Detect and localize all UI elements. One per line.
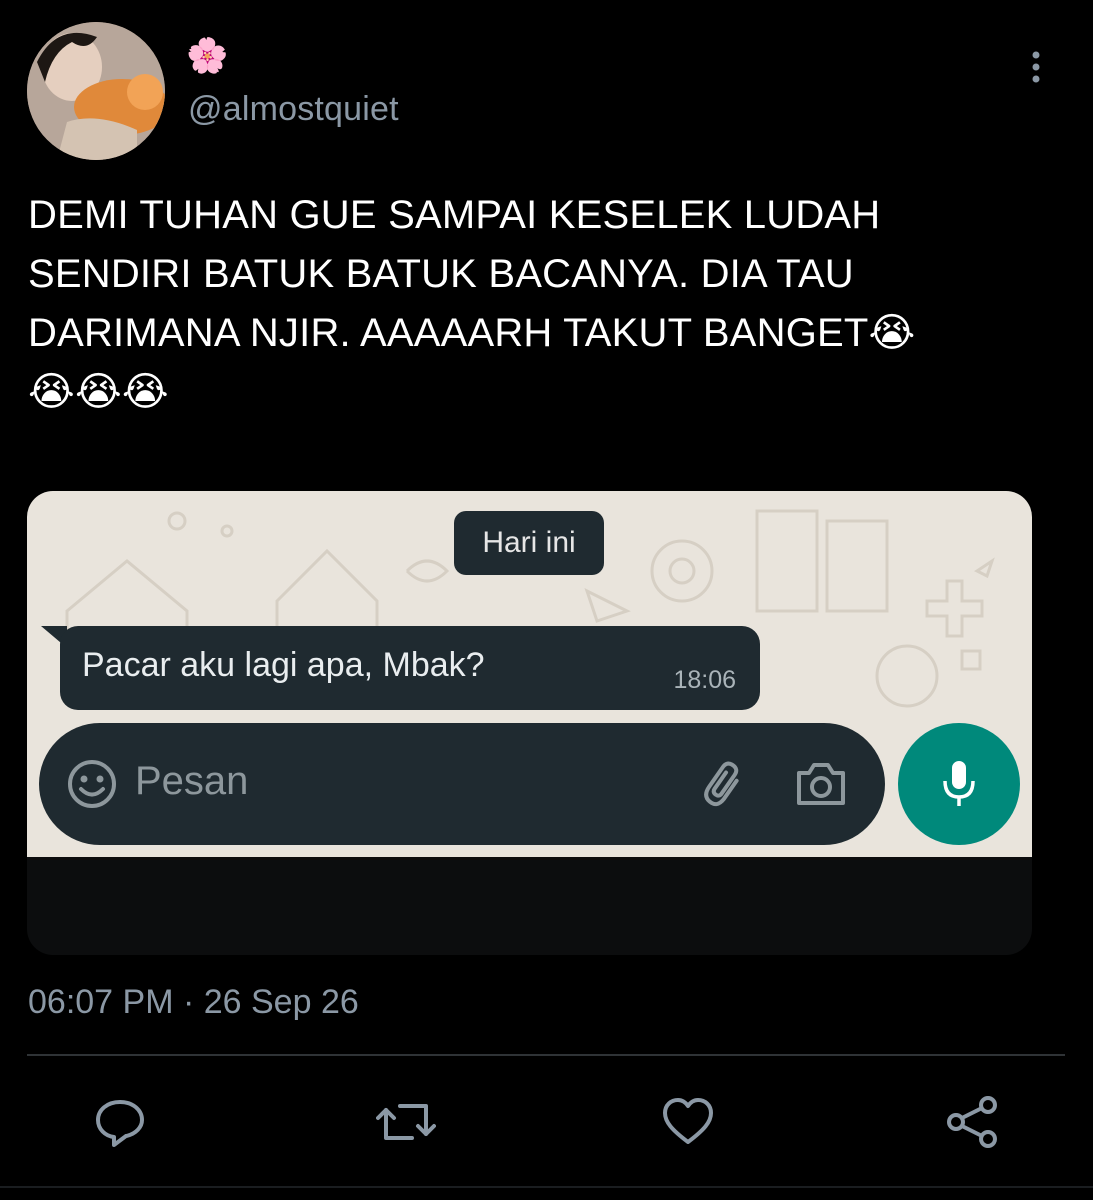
more-vertical-icon[interactable] [1024,50,1048,86]
tweet-line: DARIMANA NJIR. AAAAARH TAKUT BANGET😭 [28,311,916,355]
retweet-icon[interactable] [376,1096,436,1148]
tweet-line: SENDIRI BATUK BATUK BACANYA. DIA TAU [28,252,854,296]
tweet-text: DEMI TUHAN GUE SAMPAI KESELEK LUDAH SEND… [28,186,1068,422]
author-handle[interactable]: @almostquiet [188,90,399,129]
heart-icon[interactable] [662,1096,714,1148]
paperclip-icon[interactable] [699,759,749,809]
date-chip: Hari ini [454,511,604,575]
chat-background: Hari ini Pacar aku lagi apa, Mbak? 18:06… [27,491,1032,857]
tweet-line: 😭😭😭 [28,370,169,414]
avatar[interactable] [27,22,165,160]
message-composer[interactable]: Pesan [39,723,885,845]
camera-icon[interactable] [795,759,847,809]
message-bubble[interactable]: Pacar aku lagi apa, Mbak? 18:06 [60,626,760,710]
tweet-line: DEMI TUHAN GUE SAMPAI KESELEK LUDAH [28,193,881,237]
mic-button[interactable] [898,723,1020,845]
tweet-timestamp[interactable]: 06:07 PM · 26 Sep 26 [28,983,359,1022]
emoji-icon[interactable] [67,759,117,809]
share-icon[interactable] [946,1096,998,1148]
display-name[interactable]: 🌸 [186,36,228,76]
tweet-media[interactable]: Hari ini Pacar aku lagi apa, Mbak? 18:06… [27,491,1032,955]
reply-icon[interactable] [94,1096,146,1148]
message-input[interactable]: Pesan [135,759,248,804]
divider [27,1054,1065,1056]
mic-icon [939,759,979,809]
message-text: Pacar aku lagi apa, Mbak? [82,646,485,684]
message-time: 18:06 [673,666,736,694]
bottom-divider [0,1186,1093,1188]
